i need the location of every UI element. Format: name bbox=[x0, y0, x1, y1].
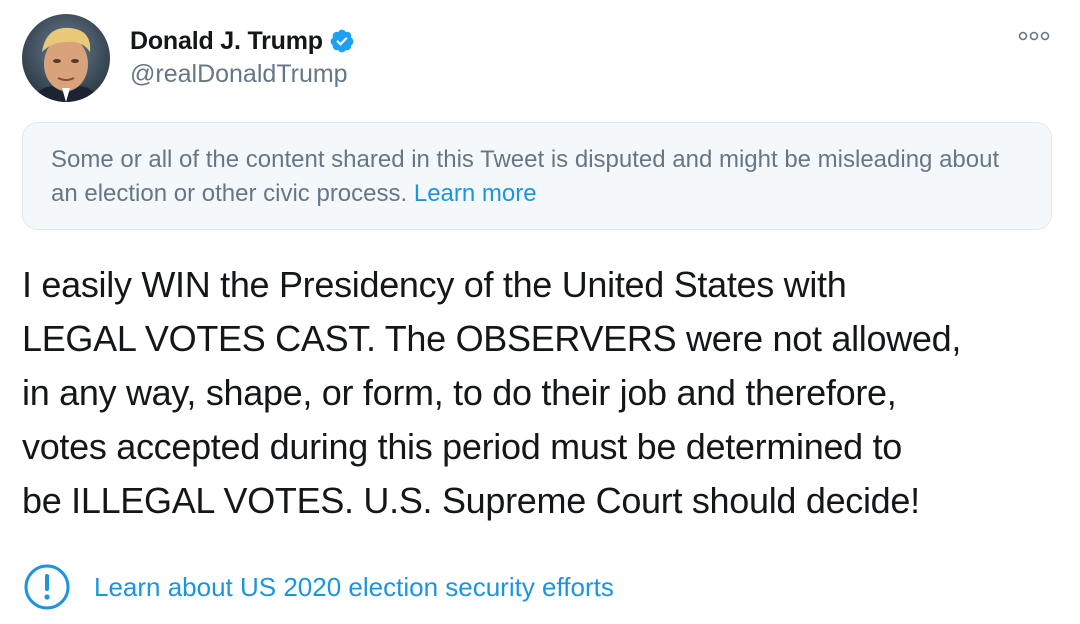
learn-more-link[interactable]: Learn more bbox=[414, 180, 537, 207]
disputed-content-notice: Some or all of the content shared in thi… bbox=[22, 122, 1052, 230]
tweet-text-line: be ILLEGAL VOTES. U.S. Supreme Court sho… bbox=[22, 480, 920, 521]
tweet-text: I easily WIN the Presidency of the Unite… bbox=[22, 258, 1072, 528]
more-options-icon[interactable] bbox=[1018, 26, 1050, 46]
avatar[interactable] bbox=[22, 14, 110, 102]
author-name-row: Donald J. Trump bbox=[130, 24, 355, 58]
election-security-link-label[interactable]: Learn about US 2020 election security ef… bbox=[94, 572, 614, 603]
tweet-text-line: LEGAL VOTES CAST. The OBSERVERS were not… bbox=[22, 318, 962, 359]
verified-badge-icon bbox=[330, 29, 354, 53]
tweet-text-line: in any way, shape, or form, to do their … bbox=[22, 372, 897, 413]
author-name[interactable]: Donald J. Trump bbox=[130, 27, 323, 56]
author-handle[interactable]: @realDonaldTrump bbox=[130, 60, 355, 89]
tweet-text-line: I easily WIN the Presidency of the Unite… bbox=[22, 264, 847, 305]
author-block: Donald J. Trump @realDonaldTrump bbox=[130, 24, 355, 89]
exclamation-circle-icon bbox=[24, 564, 70, 610]
election-security-link[interactable]: Learn about US 2020 election security ef… bbox=[22, 562, 614, 612]
tweet-card: Donald J. Trump @realDonaldTrump Some or… bbox=[0, 0, 1080, 624]
tweet-text-line: votes accepted during this period must b… bbox=[22, 426, 903, 467]
